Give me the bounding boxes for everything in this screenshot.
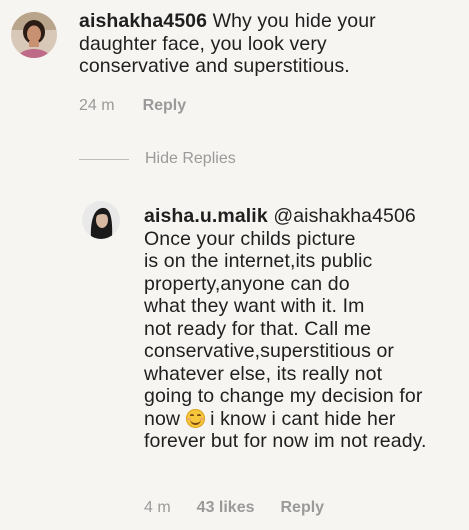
avatar-aisha-u-malik[interactable] xyxy=(82,201,120,239)
reply-line-11: forever but for now im not ready. xyxy=(144,430,427,452)
user-avatar-icon xyxy=(82,201,120,239)
reply-button[interactable]: Reply xyxy=(143,97,187,115)
divider-line xyxy=(79,158,129,160)
username-link[interactable]: aishakha4506 xyxy=(79,10,207,32)
reply-line-1: aisha.u.malik @aishakha4506 xyxy=(144,205,427,228)
comment-line-1: aishakha4506 Why you hide your xyxy=(79,10,376,33)
reply-line-4: property,anyone can do xyxy=(144,272,350,295)
comment-line-2: daughter face, you look very xyxy=(79,32,327,55)
comment-line-3: conservative and superstitious. xyxy=(79,55,350,77)
avatar-aishakha4506[interactable] xyxy=(11,12,57,58)
user-avatar-icon xyxy=(11,12,57,58)
username-link[interactable]: aisha.u.malik xyxy=(144,205,268,227)
hide-replies-button[interactable]: Hide Replies xyxy=(145,150,236,168)
reply-line-7: conservative,superstitious or xyxy=(144,340,395,362)
reply-line-8: whatever else, its really not xyxy=(144,362,383,385)
reply-line-5: what they want with it. Im xyxy=(144,295,365,317)
reply-line-3: is on the internet,its public xyxy=(144,250,373,272)
comment-text: Why you hide your xyxy=(207,10,376,32)
reply-text: now xyxy=(144,407,181,430)
reply-line-2: Once your childs picture xyxy=(144,227,356,250)
reply-aisha-u-malik: aisha.u.malik @aishakha4506 Once your ch… xyxy=(0,190,469,530)
comment-meta: 24 m Reply xyxy=(79,97,186,115)
reply-meta: 4 m 43 likes Reply xyxy=(144,499,324,517)
reply-text: i know i cant hide her xyxy=(204,407,396,430)
reply-line-6: not ready for that. Call me xyxy=(144,317,372,340)
likes-count[interactable]: 43 likes xyxy=(197,499,255,517)
comment-aishakha4506: aishakha4506 Why you hide your daughter … xyxy=(0,0,469,130)
reply-button[interactable]: Reply xyxy=(281,499,325,517)
reply-body: aisha.u.malik @aishakha4506 Once your ch… xyxy=(144,205,427,453)
reply-line-10: now i know i cant hide her xyxy=(144,408,427,431)
timestamp: 4 m xyxy=(144,499,171,516)
hide-replies-row[interactable]: Hide Replies xyxy=(79,150,236,168)
smiling-face-icon xyxy=(185,408,205,428)
comment-body: aishakha4506 Why you hide your daughter … xyxy=(79,10,376,78)
reply-line-9: going to change my decision for xyxy=(144,385,423,407)
mention-link[interactable]: @aishakha4506 xyxy=(273,205,416,227)
timestamp: 24 m xyxy=(79,97,115,114)
